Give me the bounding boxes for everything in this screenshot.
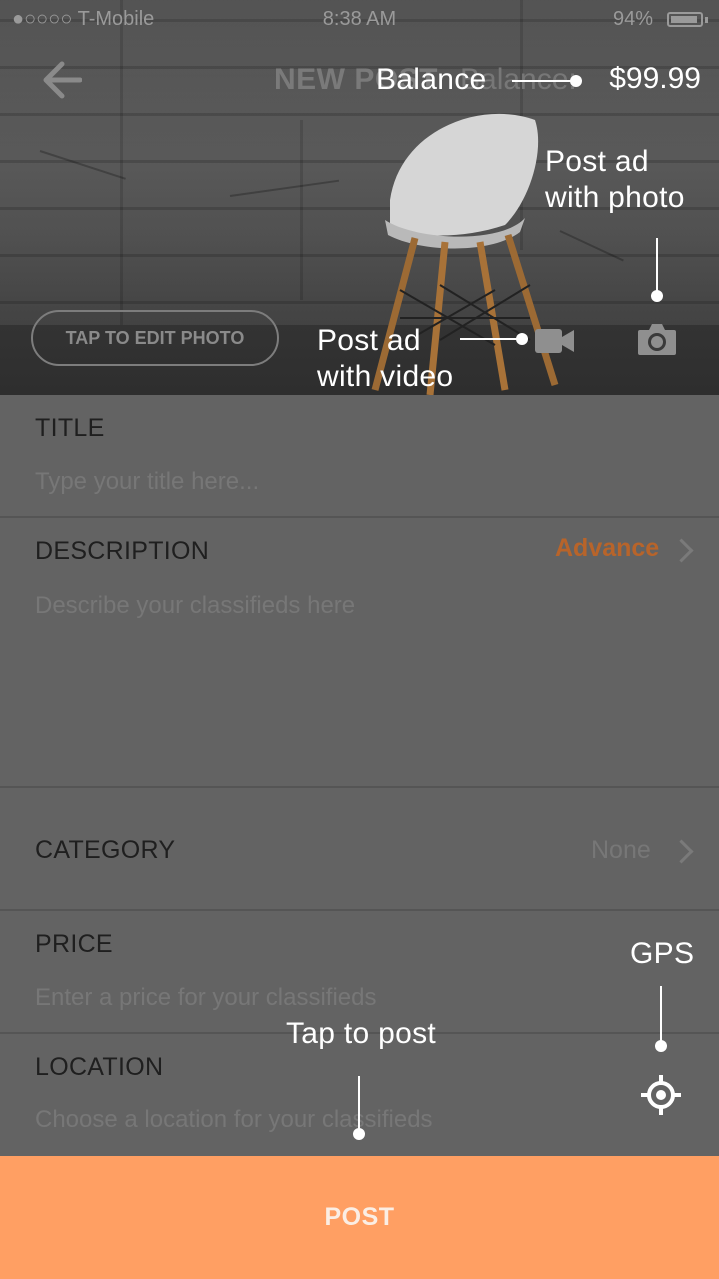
category-value[interactable]: None xyxy=(591,836,651,865)
video-annotation-line2: with video xyxy=(317,360,454,393)
balance-pointer-line xyxy=(512,80,576,82)
balance-value: $99.99 xyxy=(609,62,701,95)
chevron-right-icon[interactable] xyxy=(669,839,694,864)
description-input[interactable]: Describe your classifieds here xyxy=(35,592,355,620)
photo-pointer-dot xyxy=(651,290,663,302)
divider xyxy=(0,786,719,788)
edit-photo-button[interactable]: TAP TO EDIT PHOTO xyxy=(31,310,279,366)
clock: 8:38 AM xyxy=(322,8,397,30)
balance-annotation: Balance xyxy=(376,63,487,96)
title-label: TITLE xyxy=(35,414,105,442)
post-button[interactable]: POST xyxy=(0,1156,719,1279)
title-input[interactable]: Type your title here... xyxy=(35,468,259,496)
post-pointer-line xyxy=(358,1076,360,1134)
advance-link[interactable]: Advance xyxy=(555,534,659,563)
category-label: CATEGORY xyxy=(35,836,176,864)
photo-annotation-line2: with photo xyxy=(545,181,685,214)
video-camera-icon[interactable] xyxy=(535,327,575,355)
back-arrow-icon[interactable] xyxy=(40,60,82,100)
price-input[interactable]: Enter a price for your classifieds xyxy=(35,984,376,1012)
photo-annotation-line1: Post ad xyxy=(545,145,649,178)
photo-pointer-line xyxy=(656,238,658,294)
gps-target-icon[interactable] xyxy=(641,1075,681,1115)
brick-seam xyxy=(300,120,303,300)
battery-icon xyxy=(667,12,703,27)
description-label: DESCRIPTION xyxy=(35,537,210,565)
battery-tip xyxy=(705,17,708,23)
video-pointer-line xyxy=(460,338,522,340)
wall-crack xyxy=(229,179,340,197)
battery-percent: 94% xyxy=(612,8,653,30)
video-annotation-line1: Post ad xyxy=(317,324,421,357)
chevron-right-icon[interactable] xyxy=(669,538,694,563)
balance-pointer-dot xyxy=(570,75,582,87)
divider xyxy=(0,516,719,518)
gps-annotation: GPS xyxy=(630,937,695,970)
divider xyxy=(0,909,719,911)
price-label: PRICE xyxy=(35,930,113,958)
location-label: LOCATION xyxy=(35,1053,164,1081)
gps-pointer-dot xyxy=(655,1040,667,1052)
status-bar: ●○○○○ T-Mobile 8:38 AM 94% xyxy=(0,0,719,40)
location-input[interactable]: Choose a location for your classifieds xyxy=(35,1106,433,1134)
post-pointer-dot xyxy=(353,1128,365,1140)
video-pointer-dot xyxy=(516,333,528,345)
camera-icon[interactable] xyxy=(637,322,677,356)
post-annotation: Tap to post xyxy=(286,1017,437,1050)
wall-crack xyxy=(39,150,126,180)
gps-pointer-line xyxy=(660,986,662,1044)
